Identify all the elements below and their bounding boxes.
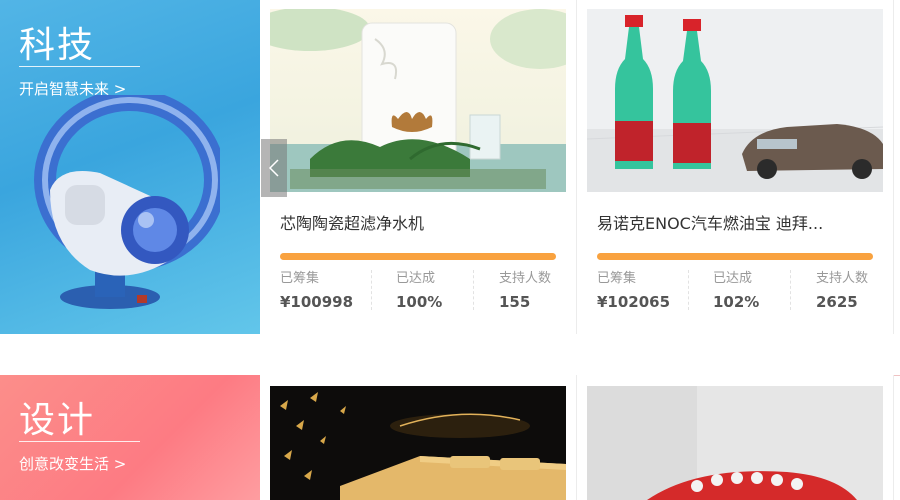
stat-value: ¥102065 <box>597 293 671 311</box>
cushion-image <box>587 386 883 500</box>
stat-achieved: 已达成 100% <box>396 271 443 311</box>
divider <box>19 66 140 67</box>
project-card[interactable]: 易诺克ENOC汽车燃油宝 迪拜... 已筹集 ¥102065 已达成 102% … <box>577 0 894 334</box>
stat-raised: 已筹集 ¥102065 <box>597 271 671 311</box>
divider <box>790 270 791 310</box>
fuel-additive-image <box>587 9 883 192</box>
progress-bar-fill <box>597 253 873 260</box>
category-section-design: 设计 创意改变生活 > <box>0 375 900 500</box>
stat-value: 2625 <box>816 293 858 311</box>
stat-value: 100% <box>396 293 443 311</box>
stat-label: 支持人数 <box>499 271 552 286</box>
stat-value: 155 <box>499 293 531 311</box>
project-title[interactable]: 芯陶陶瓷超滤净水机 <box>280 210 424 234</box>
stat-label: 已筹集 <box>280 271 320 286</box>
divider <box>371 270 372 310</box>
divider <box>19 441 140 442</box>
stat-value: ¥100998 <box>280 293 354 311</box>
stat-backers: 支持人数 2625 <box>816 271 869 311</box>
category-section-tech: 科技 开启智慧未来 > 芯陶陶瓷超滤净水机 已筹集 ¥100998 已达成 10… <box>0 0 900 334</box>
water-purifier-image <box>270 9 566 192</box>
stat-backers: 支持人数 155 <box>499 271 552 311</box>
stat-raised: 已筹集 ¥100998 <box>280 271 354 311</box>
progress-bar <box>597 253 873 260</box>
divider <box>688 270 689 310</box>
progress-bar <box>280 253 556 260</box>
project-card[interactable] <box>577 375 894 500</box>
project-card[interactable] <box>260 375 577 500</box>
divider <box>473 270 474 310</box>
category-banner-design[interactable]: 设计 创意改变生活 > <box>0 375 260 500</box>
mattress-image <box>270 386 566 500</box>
project-title[interactable]: 易诺克ENOC汽车燃油宝 迪拜... <box>597 210 823 234</box>
category-title: 科技 <box>19 25 96 66</box>
stat-label: 已达成 <box>396 271 436 286</box>
stat-value: 102% <box>713 293 760 311</box>
stat-label: 已达成 <box>713 271 753 286</box>
stat-label: 支持人数 <box>816 271 869 286</box>
category-link[interactable]: 创意改变生活 > <box>19 453 126 474</box>
category-banner-tech[interactable]: 科技 开启智慧未来 > <box>0 0 260 334</box>
project-image[interactable] <box>587 386 883 500</box>
progress-bar-fill <box>280 253 556 260</box>
chevron-left-icon <box>268 159 279 177</box>
stat-achieved: 已达成 102% <box>713 271 760 311</box>
project-card[interactable]: 芯陶陶瓷超滤净水机 已筹集 ¥100998 已达成 100% 支持人数 155 <box>260 0 577 334</box>
carousel-prev-button[interactable] <box>261 139 287 197</box>
project-image[interactable] <box>270 9 566 192</box>
category-title: 设计 <box>19 400 96 441</box>
project-image[interactable] <box>587 9 883 192</box>
stat-label: 已筹集 <box>597 271 637 286</box>
project-image[interactable] <box>270 386 566 500</box>
bladeless-fan-image <box>34 95 220 309</box>
